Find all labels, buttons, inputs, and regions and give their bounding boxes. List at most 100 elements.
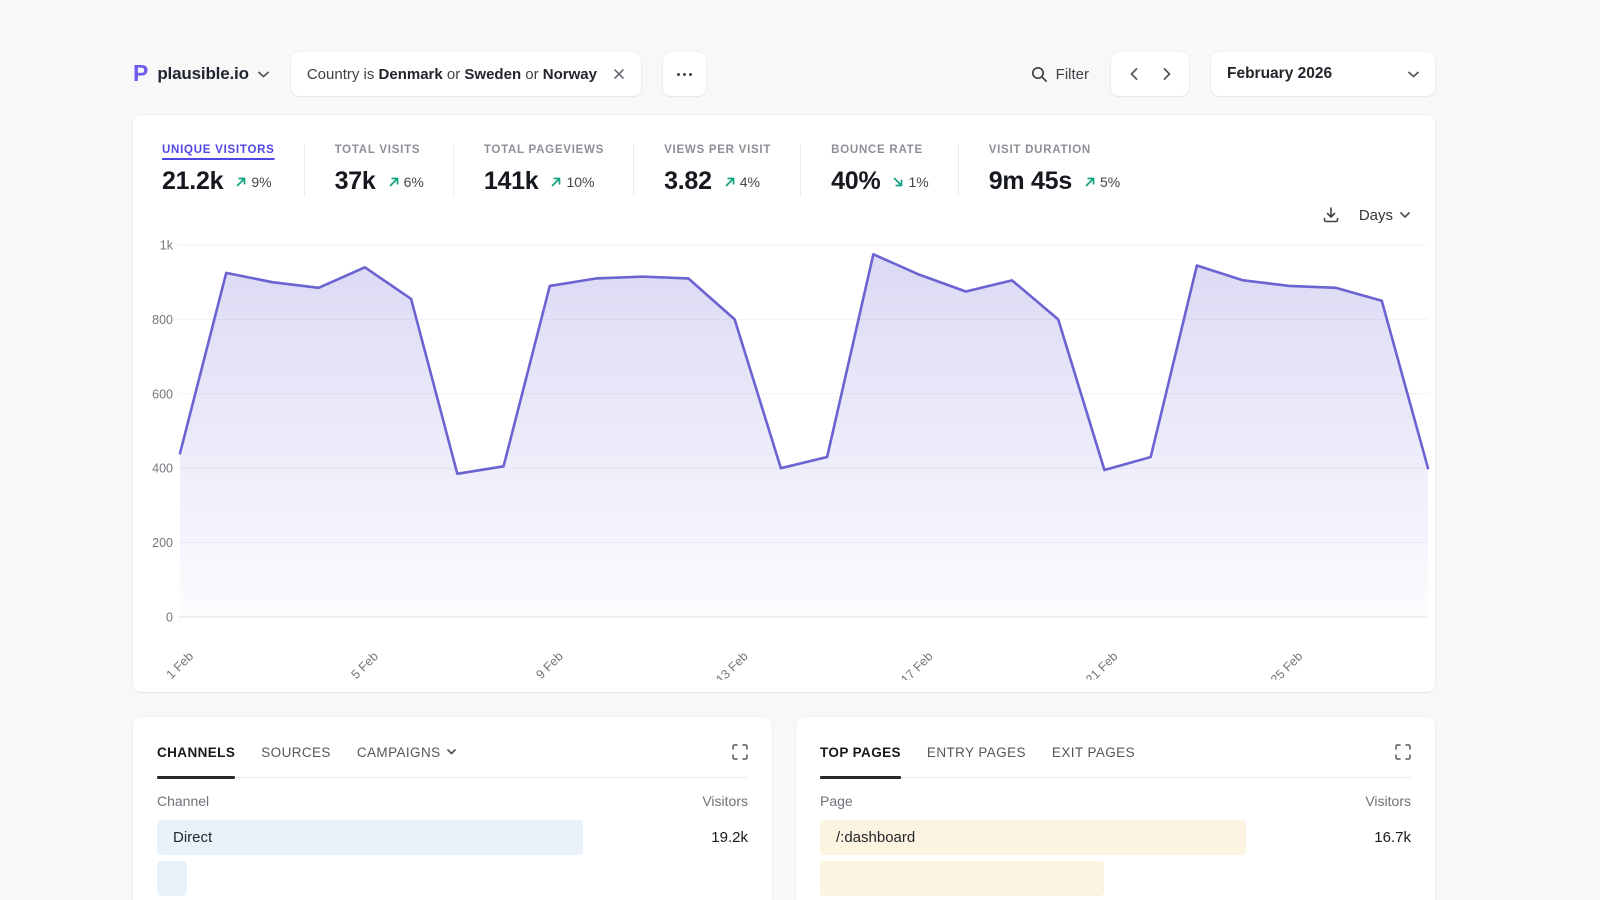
chevron-down-icon xyxy=(447,749,456,755)
svg-text:200: 200 xyxy=(152,536,173,550)
metric-views-per-visit[interactable]: VIEWS PER VISIT 3.82 4% xyxy=(633,144,800,196)
metrics-row: UNIQUE VISITORS 21.2k 9% TOTAL VISITS 37… xyxy=(133,115,1435,196)
metric-value: 40% xyxy=(831,167,880,196)
interval-dropdown[interactable]: Days xyxy=(1359,207,1410,224)
trend-arrow-icon xyxy=(388,176,400,188)
svg-text:21 Feb: 21 Feb xyxy=(1083,649,1120,680)
chevron-down-icon xyxy=(258,71,269,78)
expand-icon[interactable] xyxy=(1395,744,1411,760)
row-bar xyxy=(820,861,1104,896)
chevron-down-icon xyxy=(1400,212,1410,218)
site-switcher[interactable]: P plausible.io xyxy=(133,63,269,86)
metric-value: 141k xyxy=(484,167,539,196)
metric-label: VIEWS PER VISIT xyxy=(664,144,771,156)
table-row-partial[interactable] xyxy=(820,861,1411,896)
remove-filter-icon[interactable] xyxy=(613,68,625,80)
metric-label: VISIT DURATION xyxy=(989,144,1121,156)
svg-text:600: 600 xyxy=(152,387,173,401)
svg-text:1k: 1k xyxy=(160,239,174,253)
metric-value: 21.2k xyxy=(162,167,223,196)
channels-card: CHANNELS SOURCES CAMPAIGNS Channel Visit… xyxy=(133,717,772,900)
svg-text:13 Feb: 13 Feb xyxy=(713,649,750,680)
svg-text:400: 400 xyxy=(152,462,173,476)
row-bar xyxy=(157,820,583,855)
date-nav xyxy=(1111,52,1189,96)
tab-top-pages[interactable]: TOP PAGES xyxy=(820,745,901,760)
chevron-right-icon xyxy=(1163,68,1171,80)
interval-label: Days xyxy=(1359,207,1393,224)
metric-label: TOTAL PAGEVIEWS xyxy=(484,144,604,156)
metric-change: 5% xyxy=(1084,174,1120,190)
metric-total-pageviews[interactable]: TOTAL PAGEVIEWS 141k 10% xyxy=(453,144,633,196)
trend-arrow-icon xyxy=(724,176,736,188)
trend-arrow-icon xyxy=(1084,176,1096,188)
metric-value: 3.82 xyxy=(664,167,712,196)
metric-bounce-rate[interactable]: BOUNCE RATE 40% 1% xyxy=(800,144,958,196)
metric-change: 1% xyxy=(892,174,928,190)
metric-value: 37k xyxy=(335,167,376,196)
filter-pill-text: Country is Denmark or Sweden or Norway xyxy=(307,66,597,83)
metric-unique-visitors[interactable]: UNIQUE VISITORS 21.2k 9% xyxy=(162,144,304,196)
expand-icon[interactable] xyxy=(732,744,748,760)
visitors-chart[interactable]: 02004006008001k1 Feb5 Feb9 Feb13 Feb17 F… xyxy=(133,235,1435,680)
metric-visit-duration[interactable]: VISIT DURATION 9m 45s 5% xyxy=(958,144,1150,196)
download-icon[interactable] xyxy=(1322,206,1340,224)
table-header: Page Visitors xyxy=(820,793,1411,809)
row-value: 19.2k xyxy=(711,829,748,846)
chart-series xyxy=(180,254,1428,617)
metric-change: 10% xyxy=(550,174,594,190)
next-period-button[interactable] xyxy=(1152,52,1182,96)
date-range-picker[interactable]: February 2026 xyxy=(1211,52,1435,96)
row-label: Direct xyxy=(157,829,212,846)
row-value: 16.7k xyxy=(1374,829,1411,846)
svg-text:1 Feb: 1 Feb xyxy=(164,649,197,680)
filter-button[interactable]: Filter xyxy=(1031,66,1089,83)
more-filters-button[interactable] xyxy=(663,52,706,96)
tab-campaigns[interactable]: CAMPAIGNS xyxy=(357,745,456,760)
column-visitors: Visitors xyxy=(1365,793,1411,809)
tab-channels[interactable]: CHANNELS xyxy=(157,745,235,760)
svg-text:9 Feb: 9 Feb xyxy=(533,649,566,680)
chart-toolbar: Days xyxy=(133,203,1435,227)
row-label: /:dashboard xyxy=(820,829,915,846)
metric-label: BOUNCE RATE xyxy=(831,144,929,156)
topbar: P plausible.io Country is Denmark or Swe… xyxy=(133,52,1435,96)
svg-text:800: 800 xyxy=(152,313,173,327)
table-row-partial[interactable] xyxy=(157,861,748,896)
date-range-label: February 2026 xyxy=(1227,65,1332,83)
prev-period-button[interactable] xyxy=(1119,52,1149,96)
metric-value: 9m 45s xyxy=(989,167,1072,196)
trend-arrow-icon xyxy=(892,176,904,188)
breakdown-section: CHANNELS SOURCES CAMPAIGNS Channel Visit… xyxy=(133,717,1435,900)
site-name: plausible.io xyxy=(157,64,248,84)
plausible-logo-icon: P xyxy=(133,62,148,85)
metric-change: 9% xyxy=(235,174,271,190)
search-icon xyxy=(1031,66,1048,83)
trend-arrow-icon xyxy=(235,176,247,188)
tab-exit-pages[interactable]: EXIT PAGES xyxy=(1052,745,1135,760)
table-header: Channel Visitors xyxy=(157,793,748,809)
metric-label: TOTAL VISITS xyxy=(335,144,424,156)
table-row[interactable]: /:dashboard 16.7k xyxy=(820,820,1411,855)
column-page: Page xyxy=(820,793,853,809)
column-channel: Channel xyxy=(157,793,209,809)
tab-sources[interactable]: SOURCES xyxy=(261,745,331,760)
pages-card: TOP PAGES ENTRY PAGES EXIT PAGES Page Vi… xyxy=(796,717,1435,900)
metric-change: 6% xyxy=(388,174,424,190)
tab-entry-pages[interactable]: ENTRY PAGES xyxy=(927,745,1026,760)
active-filter-pill[interactable]: Country is Denmark or Sweden or Norway xyxy=(291,52,641,96)
row-bar xyxy=(157,861,187,896)
svg-text:0: 0 xyxy=(166,611,173,625)
metric-total-visits[interactable]: TOTAL VISITS 37k 6% xyxy=(304,144,453,196)
plausible-dashboard: P plausible.io Country is Denmark or Swe… xyxy=(133,52,1435,900)
table-row[interactable]: Direct 19.2k xyxy=(157,820,748,855)
pages-tabs: TOP PAGES ENTRY PAGES EXIT PAGES xyxy=(820,744,1411,778)
svg-text:17 Feb: 17 Feb xyxy=(898,649,935,680)
analytics-panel: UNIQUE VISITORS 21.2k 9% TOTAL VISITS 37… xyxy=(133,115,1435,692)
svg-text:25 Feb: 25 Feb xyxy=(1268,649,1305,680)
chevron-down-icon xyxy=(1408,71,1419,78)
chevron-left-icon xyxy=(1130,68,1138,80)
metric-change: 4% xyxy=(724,174,760,190)
filter-button-label: Filter xyxy=(1056,66,1089,83)
channels-tabs: CHANNELS SOURCES CAMPAIGNS xyxy=(157,744,748,778)
